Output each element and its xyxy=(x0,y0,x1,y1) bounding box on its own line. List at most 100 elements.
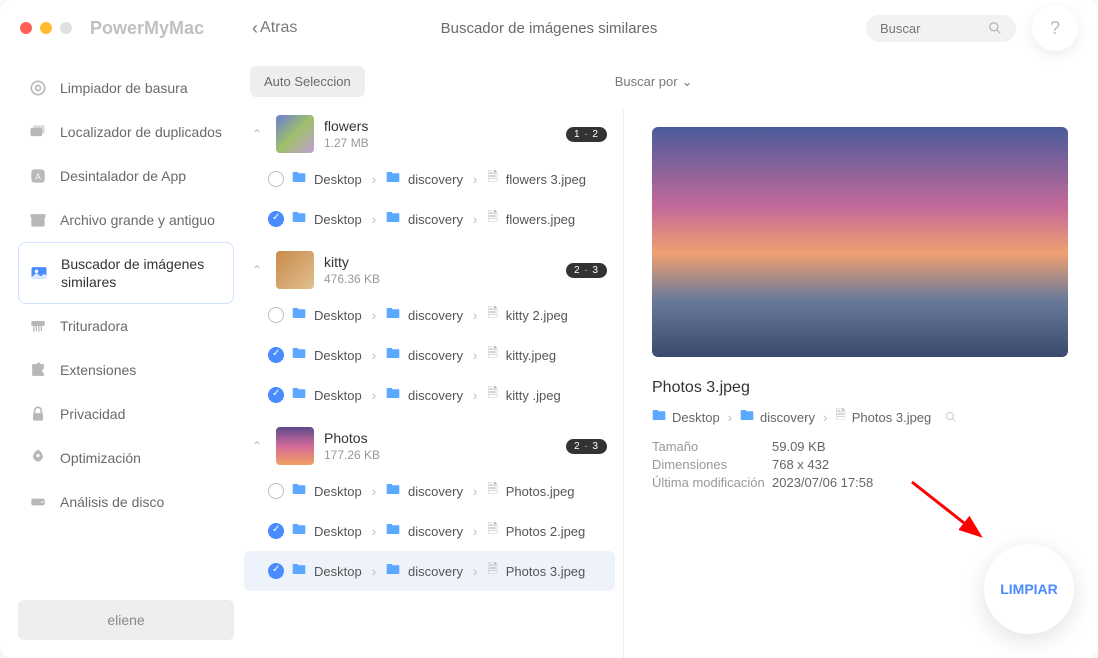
svg-text:A: A xyxy=(35,171,41,181)
file-row[interactable]: 🖿Desktop›🖿discovery›🗎Photos 3.jpeg xyxy=(244,551,615,591)
close-window[interactable] xyxy=(20,22,32,34)
file-row[interactable]: 🖿Desktop›🖿discovery›🗎flowers.jpeg xyxy=(244,199,615,239)
group-count-badge: 1 · 2 xyxy=(566,127,607,142)
group-header[interactable]: ⌃Photos177.26 KB2 · 3 xyxy=(244,421,615,471)
window-controls[interactable] xyxy=(20,22,72,34)
sidebar-item-0[interactable]: Limpiador de basura xyxy=(18,66,234,110)
chevron-right-icon: › xyxy=(372,484,376,499)
file-name: Photos.jpeg xyxy=(506,484,575,499)
sort-by-label: Buscar por xyxy=(615,74,678,89)
back-button[interactable]: ‹ Atras xyxy=(252,18,297,39)
sidebar-item-4[interactable]: Buscador de imágenes similares xyxy=(18,242,234,304)
row-checkbox[interactable] xyxy=(268,483,284,499)
file-name: Photos 3.jpeg xyxy=(506,564,586,579)
file-row[interactable]: 🖿Desktop›🖿discovery›🗎kitty .jpeg xyxy=(244,375,615,415)
app-icon: A xyxy=(28,166,48,186)
sidebar-item-8[interactable]: Optimización xyxy=(18,436,234,480)
row-checkbox[interactable] xyxy=(268,211,284,227)
user-account[interactable]: eliene xyxy=(18,600,234,640)
folder-icon: 🖿 xyxy=(386,383,400,407)
row-checkbox[interactable] xyxy=(268,347,284,363)
lock-icon xyxy=(28,404,48,424)
back-label: Atras xyxy=(260,19,297,37)
chevron-down-icon: ⌄ xyxy=(682,74,693,90)
group-title: flowers xyxy=(324,118,556,134)
group-header[interactable]: ⌃kitty476.36 KB2 · 3 xyxy=(244,245,615,295)
reveal-icon[interactable] xyxy=(945,411,957,423)
file-icon: 🗎 xyxy=(487,208,497,230)
sidebar: Limpiador de basuraLocalizador de duplic… xyxy=(0,56,244,658)
folder-icon: 🖿 xyxy=(386,207,400,231)
row-checkbox[interactable] xyxy=(268,307,284,323)
collapse-icon[interactable]: ⌃ xyxy=(252,263,266,277)
sidebar-item-7[interactable]: Privacidad xyxy=(18,392,234,436)
folder-icon: 🖿 xyxy=(386,303,400,327)
preview-image xyxy=(652,127,1068,357)
file-row[interactable]: 🖿Desktop›🖿discovery›🗎kitty 2.jpeg xyxy=(244,295,615,335)
sidebar-item-label: Trituradora xyxy=(60,317,128,335)
folder-icon: 🖿 xyxy=(386,559,400,583)
group-size: 1.27 MB xyxy=(324,136,556,150)
folder-icon: 🖿 xyxy=(740,405,754,429)
sidebar-item-2[interactable]: ADesintalador de App xyxy=(18,154,234,198)
search-field[interactable] xyxy=(866,15,1016,42)
file-icon: 🗎 xyxy=(487,304,497,326)
puzzle-icon xyxy=(28,360,48,380)
page-title: Buscador de imágenes similares xyxy=(441,20,658,37)
group-count-badge: 2 · 3 xyxy=(566,263,607,278)
folder-icon: 🖿 xyxy=(292,167,306,191)
folder-icon: 🖿 xyxy=(292,559,306,583)
chevron-right-icon: › xyxy=(372,172,376,187)
file-row[interactable]: 🖿Desktop›🖿discovery›🗎Photos 2.jpeg xyxy=(244,511,615,551)
group-thumbnail xyxy=(276,115,314,153)
group: ⌃flowers1.27 MB1 · 2🖿Desktop›🖿discovery›… xyxy=(244,109,615,239)
file-row[interactable]: 🖿Desktop›🖿discovery›🗎Photos.jpeg xyxy=(244,471,615,511)
search-input[interactable] xyxy=(880,21,988,36)
collapse-icon[interactable]: ⌃ xyxy=(252,127,266,141)
chevron-right-icon: › xyxy=(473,172,477,187)
maximize-window[interactable] xyxy=(60,22,72,34)
help-button[interactable]: ? xyxy=(1032,5,1078,51)
clean-button[interactable]: LIMPIAR xyxy=(984,544,1074,634)
folder-icon: 🖿 xyxy=(292,303,306,327)
group-size: 476.36 KB xyxy=(324,272,556,286)
row-checkbox[interactable] xyxy=(268,563,284,579)
chevron-right-icon: › xyxy=(372,524,376,539)
row-checkbox[interactable] xyxy=(268,387,284,403)
chevron-left-icon: ‹ xyxy=(252,18,258,39)
sidebar-item-label: Archivo grande y antiguo xyxy=(60,211,215,229)
chevron-right-icon: › xyxy=(372,564,376,579)
group-header[interactable]: ⌃ flowers 1.27 MB 1 · 2 xyxy=(244,109,615,159)
shredder-icon xyxy=(28,316,48,336)
collapse-icon[interactable]: ⌃ xyxy=(252,439,266,453)
row-checkbox[interactable] xyxy=(268,523,284,539)
sidebar-item-label: Extensiones xyxy=(60,361,136,379)
sidebar-item-6[interactable]: Extensiones xyxy=(18,348,234,392)
sidebar-item-1[interactable]: Localizador de duplicados xyxy=(18,110,234,154)
chevron-right-icon: › xyxy=(473,524,477,539)
file-name: flowers 3.jpeg xyxy=(506,172,586,187)
folder-icon: 🖿 xyxy=(292,479,306,503)
sidebar-item-9[interactable]: Análisis de disco xyxy=(18,480,234,524)
meta-size-key: Tamaño xyxy=(652,439,772,454)
folder-icon: 🖿 xyxy=(386,167,400,191)
chevron-right-icon: › xyxy=(473,308,477,323)
row-checkbox[interactable] xyxy=(268,171,284,187)
folder-icon: 🖿 xyxy=(386,479,400,503)
sort-by-dropdown[interactable]: Buscar por ⌄ xyxy=(615,74,693,90)
folder-icon: 🖿 xyxy=(292,519,306,543)
meta-dim-value: 768 x 432 xyxy=(772,457,829,472)
file-row[interactable]: 🖿Desktop›🖿discovery›🗎flowers 3.jpeg xyxy=(244,159,615,199)
sidebar-item-3[interactable]: Archivo grande y antiguo xyxy=(18,198,234,242)
sidebar-item-5[interactable]: Trituradora xyxy=(18,304,234,348)
chevron-right-icon: › xyxy=(473,388,477,403)
file-name: flowers.jpeg xyxy=(506,212,575,227)
minimize-window[interactable] xyxy=(40,22,52,34)
chevron-right-icon: › xyxy=(728,410,732,425)
file-name: kitty.jpeg xyxy=(506,348,556,363)
file-icon: 🗎 xyxy=(487,480,497,502)
group-size: 177.26 KB xyxy=(324,448,556,462)
auto-select-button[interactable]: Auto Seleccion xyxy=(250,66,365,97)
file-row[interactable]: 🖿Desktop›🖿discovery›🗎kitty.jpeg xyxy=(244,335,615,375)
results-list: ⌃ flowers 1.27 MB 1 · 2 🖿Desktop›🖿discovery›… xyxy=(244,109,624,658)
